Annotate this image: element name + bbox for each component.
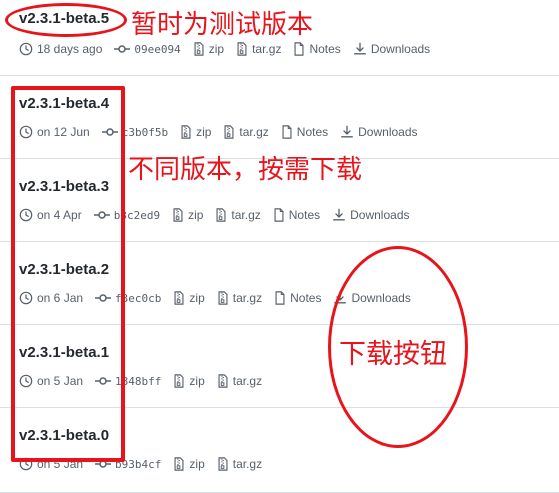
- downloads-link[interactable]: Downloads: [332, 208, 410, 222]
- notes-link[interactable]: Notes: [274, 291, 321, 305]
- annotation-different-versions: 不同版本，按需下载: [128, 155, 363, 185]
- file-zip-icon: [236, 42, 252, 56]
- downloads-link[interactable]: Downloads: [353, 42, 430, 56]
- file-zip-icon: [193, 42, 209, 56]
- file-zip-icon: [173, 291, 189, 305]
- zip-download-link[interactable]: zip: [193, 42, 224, 56]
- file-zip-icon: [217, 457, 233, 471]
- notes-link[interactable]: Notes: [293, 42, 341, 56]
- file-zip-icon: [217, 291, 233, 305]
- downloads-link-label: Downloads: [350, 208, 410, 222]
- download-icon: [353, 42, 371, 56]
- downloads-link[interactable]: Downloads: [340, 125, 418, 139]
- tar-download-link-label: tar.gz: [232, 457, 263, 471]
- tar-download-link-label: tar.gz: [232, 374, 263, 388]
- file-zip-icon: [172, 208, 188, 222]
- tar-download-link-label: tar.gz: [239, 125, 269, 139]
- annotation-box-versions: [11, 86, 125, 462]
- notes-link-label: Notes: [288, 208, 321, 222]
- annotation-download-button: 下载按钮: [339, 339, 447, 370]
- annotation-ellipse-latest: [5, 3, 127, 37]
- zip-download-link-label: zip: [189, 291, 205, 305]
- tar-download-link[interactable]: tar.gz: [223, 125, 269, 139]
- zip-download-link[interactable]: zip: [180, 125, 211, 139]
- commit-link-label: 09ee094: [134, 42, 181, 56]
- tar-download-link[interactable]: tar.gz: [217, 457, 262, 471]
- download-icon: [332, 208, 350, 222]
- tar-download-link-label: tar.gz: [231, 208, 261, 222]
- zip-download-link-label: zip: [188, 208, 204, 222]
- download-icon: [340, 125, 358, 139]
- notes-link-label: Notes: [290, 291, 322, 305]
- zip-download-link-label: zip: [189, 374, 205, 388]
- downloads-link-label: Downloads: [358, 125, 418, 139]
- zip-download-link-label: zip: [196, 125, 212, 139]
- tar-download-link[interactable]: tar.gz: [217, 374, 262, 388]
- downloads-link-label: Downloads: [370, 42, 431, 56]
- tar-download-link[interactable]: tar.gz: [236, 42, 281, 56]
- file-icon: [293, 42, 309, 56]
- notes-link[interactable]: Notes: [273, 208, 320, 222]
- release-meta: 18 days ago 09ee094 zip tar.gz Notes Download…: [19, 42, 442, 56]
- tar-download-link-label: tar.gz: [252, 42, 282, 56]
- zip-download-link[interactable]: zip: [173, 374, 205, 388]
- commit-link-label: c3b0f5b: [121, 125, 169, 139]
- tar-download-link-label: tar.gz: [232, 291, 263, 305]
- tar-download-link[interactable]: tar.gz: [217, 291, 262, 305]
- notes-link-label: Notes: [309, 42, 341, 56]
- file-icon: [281, 125, 297, 139]
- file-zip-icon: [180, 125, 196, 139]
- file-icon: [273, 208, 289, 222]
- file-zip-icon: [215, 208, 231, 222]
- clock-icon: [19, 42, 37, 56]
- file-zip-icon: [173, 374, 189, 388]
- commit-link[interactable]: 09ee094: [114, 42, 181, 56]
- zip-download-link[interactable]: zip: [172, 208, 203, 222]
- annotation-temporary-version: 暂时为测试版本: [131, 10, 314, 40]
- file-zip-icon: [223, 125, 239, 139]
- release-date-label: 18 days ago: [37, 42, 103, 56]
- file-icon: [274, 291, 290, 305]
- file-zip-icon: [173, 457, 189, 471]
- zip-download-link[interactable]: zip: [173, 291, 205, 305]
- file-zip-icon: [217, 374, 233, 388]
- zip-download-link[interactable]: zip: [173, 457, 205, 471]
- release-date: 18 days ago: [19, 42, 102, 56]
- git-commit-icon: [114, 42, 134, 56]
- zip-download-link-label: zip: [208, 42, 225, 56]
- notes-link[interactable]: Notes: [281, 125, 328, 139]
- zip-download-link-label: zip: [189, 457, 205, 471]
- notes-link-label: Notes: [296, 125, 329, 139]
- tar-download-link[interactable]: tar.gz: [215, 208, 261, 222]
